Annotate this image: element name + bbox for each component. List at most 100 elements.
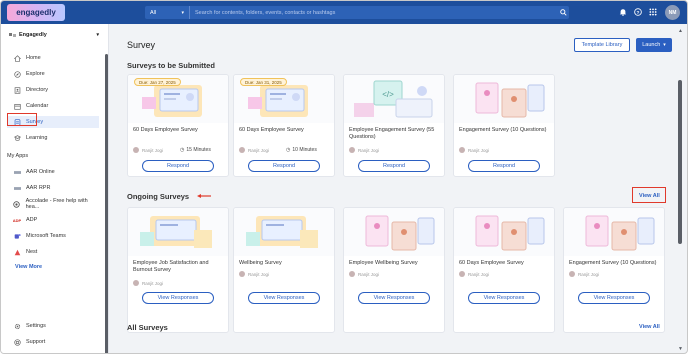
ongoing-survey-card[interactable]: Employee Wellbeing Survey Ranjit Jogi Vi… — [343, 207, 445, 333]
svg-text:ADP: ADP — [13, 218, 21, 223]
annotation-arrow-icon — [197, 194, 211, 198]
survey-owner: Ranjit Jogi — [239, 271, 269, 277]
template-library-button[interactable]: Template Library — [574, 38, 630, 52]
view-more-link[interactable]: View More — [15, 264, 42, 270]
sidebar-item-label: Calendar — [26, 103, 49, 109]
avatar — [239, 147, 245, 153]
chevron-down-icon: ▾ — [181, 9, 184, 16]
survey-owner: Ranjit Jogi — [459, 271, 489, 277]
survey-owner: Ranjit Jogi — [133, 280, 163, 286]
bell-icon[interactable] — [618, 7, 628, 17]
logo-text: engagedly — [16, 8, 56, 17]
avatar — [133, 280, 139, 286]
survey-owner: Ranjit Jogi — [133, 147, 163, 153]
sidebar-item-label: Home — [26, 55, 41, 61]
duration: ◷ 10 Minutes — [286, 147, 317, 153]
chevron-down-icon: ▾ — [663, 42, 666, 48]
respond-button[interactable]: Respond — [468, 160, 540, 172]
app-item-nest[interactable]: Nest — [7, 246, 99, 258]
help-icon[interactable]: ? — [633, 7, 643, 17]
apps-grid-icon[interactable] — [648, 7, 658, 17]
to-submit-heading: Surveys to be Submitted — [127, 61, 215, 70]
sidebar-item-support[interactable]: Support — [7, 336, 99, 348]
avatar — [459, 271, 465, 277]
survey-card[interactable]: Due: Jan 31, 2025 60 Days Employee Surve… — [233, 74, 335, 177]
page-title: Survey — [127, 40, 156, 50]
view-responses-button[interactable]: View Responses — [468, 292, 540, 304]
view-responses-button[interactable]: View Responses — [248, 292, 320, 304]
survey-card[interactable]: Due: Jan 27, 2025 60 Days Employee Surve… — [127, 74, 229, 177]
app-icon — [13, 168, 21, 176]
owner-name: Ranjit Jogi — [468, 147, 490, 153]
clock-icon: ◷ — [286, 147, 291, 153]
respond-button[interactable]: Respond — [142, 160, 214, 172]
org-icon — [9, 33, 16, 37]
app-label: Accolade - Free help with hea... — [25, 198, 88, 210]
main-scrollbar[interactable] — [678, 80, 682, 244]
respond-button[interactable]: Respond — [248, 160, 320, 172]
clock-icon: ◷ — [180, 147, 185, 153]
ongoing-survey-card[interactable]: Employee Job Satisfaction and Burnout Su… — [127, 207, 229, 333]
ongoing-survey-card[interactable]: 60 Days Employee Survey Ranjit Jogi View… — [453, 207, 555, 333]
launch-button[interactable]: Launch ▾ — [636, 38, 672, 52]
app-item-adp[interactable]: ADP ADP — [7, 214, 99, 226]
duration-text: 10 Minutes — [292, 147, 317, 153]
survey-card-title: 60 Days Employee Survey — [459, 260, 524, 266]
scroll-up-icon[interactable]: ▲ — [678, 28, 683, 34]
respond-button[interactable]: Respond — [358, 160, 430, 172]
sidebar-item-label: Settings — [26, 323, 46, 329]
app-item-accolade[interactable]: Accolade - Free help with hea... — [7, 198, 99, 210]
survey-owner: Ranjit Jogi — [349, 271, 379, 277]
sidebar-item-explore[interactable]: Explore — [7, 68, 99, 80]
search-icon[interactable] — [557, 7, 569, 19]
ongoing-survey-card[interactable]: Engagement Survey (10 Questions) Ranjit … — [563, 207, 665, 333]
app-label: AAR Online — [26, 169, 55, 175]
survey-card-title: Engagement Survey (10 Questions) — [459, 127, 547, 133]
sidebar-scrollbar[interactable] — [105, 54, 108, 353]
view-responses-button[interactable]: View Responses — [358, 292, 430, 304]
sidebar-item-directory[interactable]: Directory — [7, 84, 99, 96]
user-avatar[interactable]: NM — [665, 5, 680, 20]
owner-name: Ranjit Jogi — [142, 147, 164, 153]
app-label: Microsoft Teams — [26, 233, 66, 239]
app-item-aar-rpr[interactable]: AAR RPR — [7, 182, 99, 194]
all-view-all-link[interactable]: View All — [639, 324, 660, 330]
sidebar-item-home[interactable]: Home — [7, 52, 99, 64]
view-responses-button[interactable]: View Responses — [142, 292, 214, 304]
survey-illustration — [454, 208, 554, 256]
owner-name: Ranjit Jogi — [578, 271, 600, 277]
sidebar-item-learning[interactable]: Learning — [7, 132, 99, 144]
search-input[interactable]: Search for contents, folders, events, co… — [190, 10, 557, 16]
survey-illustration — [344, 208, 444, 256]
search-scope-label: All — [150, 9, 157, 16]
app-item-aar-online[interactable]: AAR Online — [7, 166, 99, 178]
app-label: AAR RPR — [26, 185, 51, 191]
app-item-microsoft-teams[interactable]: Microsoft Teams — [7, 230, 99, 242]
sidebar: Engagedly ▾ Home Explore Directory Calen… — [1, 24, 109, 353]
app-icon — [13, 184, 21, 192]
survey-card[interactable]: </> Employee Engagement Survey (55 Quest… — [343, 74, 445, 177]
sidebar-item-label: Directory — [26, 87, 49, 93]
sidebar-item-label: Support — [26, 339, 46, 345]
home-icon — [13, 54, 21, 62]
survey-card[interactable]: Engagement Survey (10 Questions) Ranjit … — [453, 74, 555, 177]
scroll-down-icon[interactable]: ▼ — [678, 346, 683, 352]
survey-card-title: Employee Engagement Survey (55 Questions… — [349, 127, 435, 140]
sidebar-item-calendar[interactable]: Calendar — [7, 100, 99, 112]
app-window: engagedly All ▾ Search for contents, fol… — [0, 0, 688, 354]
adp-icon: ADP — [13, 216, 21, 224]
ongoing-survey-card[interactable]: Wellbeing Survey Ranjit Jogi View Respon… — [233, 207, 335, 333]
nest-icon — [13, 248, 21, 256]
global-search: All ▾ Search for contents, folders, even… — [145, 6, 569, 19]
support-icon — [13, 338, 21, 346]
survey-owner: Ranjit Jogi — [459, 147, 489, 153]
search-scope-dropdown[interactable]: All ▾ — [145, 6, 190, 19]
all-surveys-heading: All Surveys — [127, 323, 168, 332]
view-responses-button[interactable]: View Responses — [578, 292, 650, 304]
sidebar-item-settings[interactable]: Settings — [7, 320, 99, 332]
org-switcher[interactable]: Engagedly ▾ — [9, 32, 99, 38]
avatar — [349, 271, 355, 277]
survey-card-title: Employee Job Satisfaction and Burnout Su… — [133, 260, 209, 273]
engagedly-logo[interactable]: engagedly — [7, 4, 65, 21]
owner-name: Ranjit Jogi — [468, 271, 490, 277]
